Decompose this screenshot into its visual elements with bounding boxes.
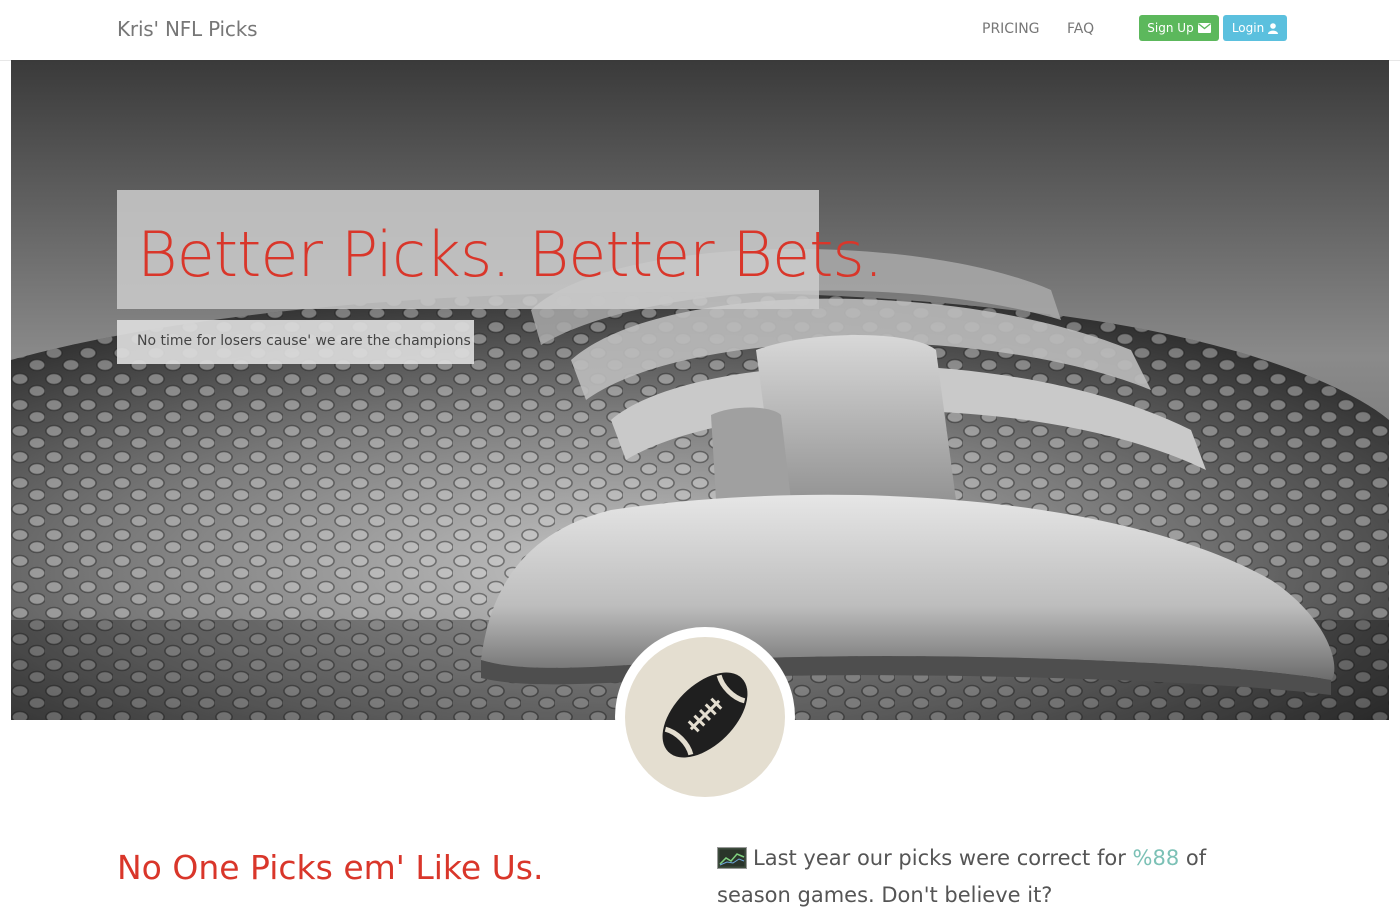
navbar: Kris' NFL Picks PRICING FAQ Sign Up Logi…: [0, 0, 1400, 61]
hero-subheadline: No time for losers cause' we are the cha…: [137, 333, 471, 349]
football-badge-circle: [625, 637, 785, 797]
hero-headline: Better Picks. Better Bets.: [137, 218, 883, 291]
chart-icon: [717, 846, 747, 879]
stats-percent: %88: [1132, 846, 1180, 870]
hero-background-image: [11, 60, 1389, 720]
section-tagline: No One Picks em' Like Us.: [117, 848, 544, 887]
login-label: Login: [1231, 21, 1265, 35]
brand-logo[interactable]: Kris' NFL Picks: [117, 17, 258, 41]
user-icon: [1268, 22, 1279, 34]
login-button[interactable]: Login: [1223, 15, 1287, 41]
signup-button[interactable]: Sign Up: [1139, 15, 1219, 41]
stats-prefix: Last year our picks were correct for: [753, 846, 1126, 870]
subheadline-box: No time for losers cause' we are the cha…: [117, 320, 474, 364]
football-icon: [645, 655, 765, 780]
headline-box: Better Picks. Better Bets.: [117, 190, 883, 309]
nav-link-faq[interactable]: FAQ: [1067, 21, 1094, 37]
football-badge: [615, 627, 795, 807]
nav-link-pricing[interactable]: PRICING: [982, 21, 1040, 37]
stats-text: Last year our picks were correct for %88…: [717, 842, 1277, 912]
hero-banner: Better Picks. Better Bets. No time for l…: [11, 60, 1389, 720]
signup-label: Sign Up: [1147, 21, 1194, 35]
envelope-icon: [1197, 23, 1211, 33]
